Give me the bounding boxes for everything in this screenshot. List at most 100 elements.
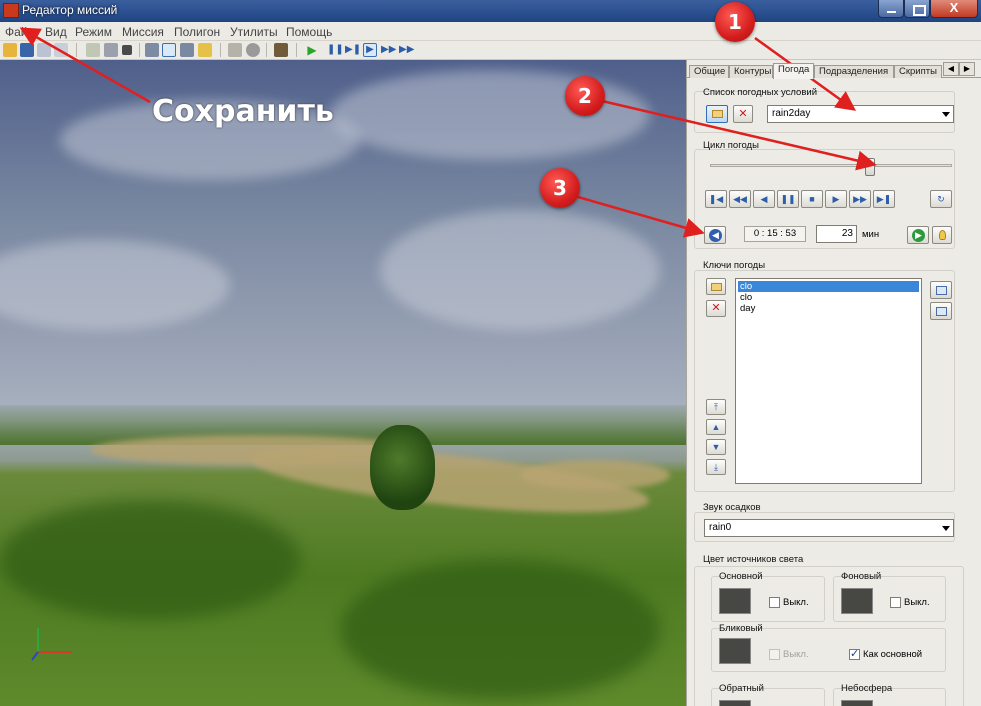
as-main-label: Как основной — [863, 649, 923, 660]
toolbar-separator — [76, 43, 77, 57]
app-icon — [3, 3, 19, 18]
menu-bar: Файл Вид Режим Миссия Полигон Утилиты По… — [0, 22, 981, 41]
rewind-button[interactable]: ◀◀ — [729, 190, 751, 208]
loop-button[interactable]: ↻ — [930, 190, 952, 208]
tab-units[interactable]: Подразделения — [814, 65, 894, 78]
align-icon[interactable] — [145, 43, 159, 57]
move-down-button[interactable]: ▼ — [706, 439, 726, 455]
binoculars-icon[interactable] — [180, 43, 194, 57]
stop-button[interactable]: ■ — [801, 190, 823, 208]
light-button[interactable] — [932, 226, 952, 244]
list-item[interactable]: day — [738, 303, 919, 314]
hand-icon[interactable] — [274, 43, 288, 57]
record-icon[interactable] — [246, 43, 260, 57]
list-item[interactable]: clo — [738, 292, 919, 303]
menu-view[interactable]: Вид — [45, 25, 67, 39]
weather-select[interactable]: rain2day — [767, 105, 954, 123]
print-icon[interactable] — [54, 43, 68, 57]
weather-select-value: rain2day — [772, 108, 811, 119]
fast-forward-button[interactable]: ▶▶ — [849, 190, 871, 208]
precip-sound-select[interactable]: rain0 — [704, 519, 954, 537]
weather-keys-list[interactable]: clo clo day — [735, 278, 922, 484]
properties-panel: Общие Контуры Погода Подразделения Скрип… — [686, 60, 981, 706]
menu-mission[interactable]: Миссия — [122, 25, 164, 39]
marker-2: 2 — [565, 76, 605, 116]
new-weather-button[interactable] — [706, 105, 728, 123]
delete-weather-button[interactable]: ✕ — [733, 105, 753, 123]
reset-time-button[interactable]: ◀ — [704, 226, 726, 244]
specular-light-off-checkbox[interactable] — [769, 649, 780, 660]
as-main-checkbox[interactable] — [849, 647, 860, 660]
play-button[interactable]: ▶ — [825, 190, 847, 208]
sky-light-swatch[interactable] — [841, 700, 873, 706]
main-light-swatch[interactable] — [719, 588, 751, 614]
insert-key-button[interactable] — [930, 281, 952, 299]
tab-scripts[interactable]: Скрипты — [894, 65, 942, 78]
move-bottom-button[interactable]: ⤓ — [706, 459, 726, 475]
weather-list-label: Список погодных условий — [703, 87, 817, 98]
minutes-input[interactable]: 23 — [816, 225, 857, 243]
grass-shadow — [340, 560, 660, 700]
remove-key-button[interactable] — [930, 302, 952, 320]
delete-icon: ✕ — [711, 302, 721, 314]
hierarchy-icon[interactable] — [228, 43, 242, 57]
specular-light-swatch[interactable] — [719, 638, 751, 664]
ambient-light-swatch[interactable] — [841, 588, 873, 614]
save-as-icon[interactable] — [37, 43, 51, 57]
add-key-button[interactable] — [706, 278, 726, 295]
menu-polygon[interactable]: Полигон — [174, 25, 220, 39]
maximize-button[interactable] — [904, 0, 930, 18]
open-icon[interactable] — [3, 43, 17, 57]
move-up-button[interactable]: ▲ — [706, 419, 726, 435]
toolbar: ▶ ❚❚ ▶❚ ▶ ▶▶ ▶▶ — [0, 41, 981, 60]
tab-scroll-left-icon[interactable]: ◀ — [943, 62, 959, 76]
menu-utilities[interactable]: Утилиты — [230, 25, 278, 39]
tab-scroll-right-icon[interactable]: ▶ — [959, 62, 975, 76]
fastest-forward-icon[interactable]: ▶▶ — [399, 43, 414, 57]
specular-light-off-label: Выкл. — [783, 649, 809, 660]
step-icon[interactable]: ▶❚ — [345, 43, 361, 57]
grid-icon[interactable] — [104, 43, 118, 57]
play-normal-icon[interactable]: ▶ — [363, 43, 377, 57]
step-back-button[interactable]: ◀ — [753, 190, 775, 208]
time-readout: 0 : 15 : 53 — [744, 226, 806, 242]
tab-contours[interactable]: Контуры — [729, 65, 773, 78]
fast-forward-icon[interactable]: ▶▶ — [381, 43, 396, 57]
minimize-button[interactable] — [878, 0, 904, 18]
pause-icon: ❚❚ — [780, 194, 796, 204]
tag-icon[interactable] — [198, 43, 212, 57]
menu-file[interactable]: Файл — [5, 25, 35, 39]
go-start-button[interactable]: ❚◀ — [705, 190, 727, 208]
delete-key-button[interactable]: ✕ — [706, 300, 726, 317]
ambient-light-off-checkbox[interactable] — [890, 597, 901, 608]
move-bottom-icon: ⤓ — [714, 462, 718, 472]
tab-general[interactable]: Общие — [689, 65, 729, 78]
tab-weather[interactable]: Погода — [773, 63, 814, 79]
slider-thumb[interactable] — [864, 158, 875, 176]
light-colors-label: Цвет источников света — [703, 554, 804, 565]
3d-viewport[interactable] — [0, 60, 686, 706]
move-top-button[interactable]: ⤒ — [706, 399, 726, 415]
marker-3: 3 — [540, 168, 580, 208]
save-icon[interactable] — [20, 43, 34, 57]
pause-button[interactable]: ❚❚ — [777, 190, 799, 208]
back-light-swatch[interactable] — [719, 700, 751, 706]
weather-cycle-slider[interactable] — [710, 164, 952, 167]
panel-tabs: Общие Контуры Погода Подразделения Скрип… — [687, 60, 981, 79]
main-light-off-checkbox[interactable] — [769, 597, 780, 608]
close-button[interactable]: X — [930, 0, 978, 18]
list-item[interactable]: clo — [738, 281, 919, 292]
play-icon[interactable]: ▶ — [305, 43, 319, 57]
cursor-icon[interactable] — [122, 45, 132, 55]
forward-arrow-icon: ▶ — [912, 229, 925, 242]
arrow-down-icon: ▼ — [711, 442, 721, 452]
pause-icon[interactable]: ❚❚ — [327, 43, 344, 57]
grass-shadow — [0, 500, 300, 620]
map-icon[interactable] — [86, 43, 100, 57]
menu-help[interactable]: Помощь — [286, 25, 332, 39]
link-icon[interactable] — [162, 43, 176, 57]
go-end-button[interactable]: ▶❚ — [873, 190, 895, 208]
insert-icon — [936, 286, 947, 295]
apply-time-button[interactable]: ▶ — [907, 226, 929, 244]
menu-mode[interactable]: Режим — [75, 25, 112, 39]
